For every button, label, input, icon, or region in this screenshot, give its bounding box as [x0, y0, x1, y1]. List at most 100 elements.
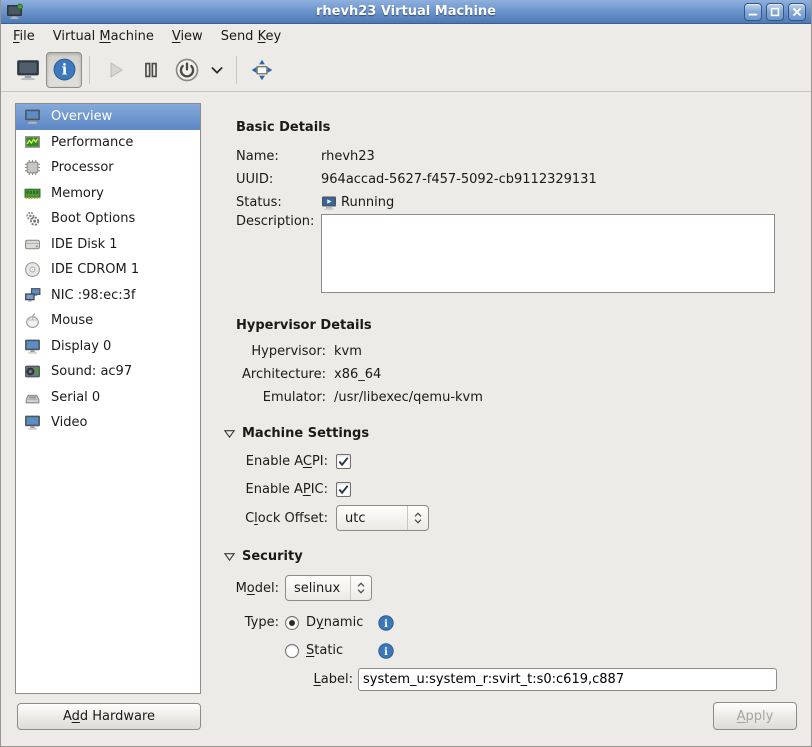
combo-arrows-icon: [350, 576, 371, 600]
menubar: File Virtual Machine View Send Key: [1, 24, 811, 48]
svg-text:i: i: [384, 647, 388, 658]
sidebar-item-performance[interactable]: Performance: [16, 130, 200, 156]
show-details-button[interactable]: i: [46, 52, 82, 88]
sidebar-item-label: Memory: [51, 186, 104, 201]
monitor-icon: [24, 108, 41, 125]
expander-open-icon: [223, 550, 236, 563]
sidebar-item-label: Serial 0: [51, 390, 100, 405]
toolbar-separator: [236, 56, 237, 84]
hypervisor-label: Hypervisor:: [223, 344, 326, 359]
virtual-machine-window: rhevh23 Virtual Machine File Virtual Mac…: [0, 0, 812, 747]
clock-offset-value: utc: [337, 511, 407, 526]
vm-monitor-icon: [6, 3, 24, 21]
hardware-list: Overview Performance Processor Memory Bo…: [15, 103, 201, 694]
security-model-select[interactable]: selinux: [285, 575, 372, 601]
sidebar-item-label: NIC :98:ec:3f: [51, 288, 135, 303]
sidebar-item-processor[interactable]: Processor: [16, 155, 200, 181]
name-row: Name: rhevh23: [223, 145, 801, 168]
monitor-icon: [24, 414, 41, 431]
static-radio[interactable]: [285, 644, 299, 658]
security-label-input[interactable]: [358, 668, 777, 691]
clock-offset-select[interactable]: utc: [336, 505, 429, 531]
sidebar-item-display-0[interactable]: Display 0: [16, 334, 200, 360]
sidebar-item-ide-disk-1[interactable]: IDE Disk 1: [16, 232, 200, 258]
enable-acpi-label: Enable ACPI:: [223, 454, 328, 469]
close-button[interactable]: [788, 3, 806, 21]
security-type-dynamic-row: Type: Dynamic i: [223, 613, 801, 632]
details-pane: Basic Details Name: rhevh23 UUID: 964acc…: [223, 100, 801, 691]
info-icon: i: [378, 615, 394, 631]
basic-details-heading: Basic Details: [236, 120, 801, 137]
combo-arrows-icon: [407, 506, 428, 530]
uuid-value: 964accad-5627-f457-5092-cb9112329131: [321, 172, 597, 187]
toolbar-separator: [89, 56, 90, 84]
show-console-button[interactable]: [10, 52, 46, 88]
enable-apic-checkbox[interactable]: [336, 482, 351, 497]
shutdown-menu-button[interactable]: [205, 52, 229, 88]
gears-icon: [24, 210, 41, 227]
sidebar-item-label: Performance: [51, 135, 133, 150]
sidebar-item-serial-0[interactable]: Serial 0: [16, 385, 200, 411]
menu-view[interactable]: View: [163, 26, 212, 47]
status-row: Status: Running: [223, 191, 801, 214]
sidebar-item-ide-cdrom-1[interactable]: IDE CDROM 1: [16, 257, 200, 283]
fullscreen-button[interactable]: [244, 52, 280, 88]
security-expander[interactable]: Security: [223, 548, 801, 565]
cpu-icon: [24, 159, 41, 176]
name-value: rhevh23: [321, 149, 375, 164]
sidebar-item-mouse[interactable]: Mouse: [16, 308, 200, 334]
run-button[interactable]: [97, 52, 133, 88]
enable-acpi-row: Enable ACPI:: [223, 450, 801, 473]
sidebar-item-overview[interactable]: Overview: [16, 104, 200, 130]
sidebar-item-label: Display 0: [51, 339, 111, 354]
maximize-icon: [769, 6, 781, 18]
menu-virtual-machine[interactable]: Virtual Machine: [44, 26, 163, 47]
sidebar-item-label: Sound: ac97: [51, 364, 132, 379]
emulator-value: /usr/libexec/qemu-kvm: [334, 390, 483, 405]
sidebar-item-video[interactable]: Video: [16, 410, 200, 436]
sidebar-item-boot-options[interactable]: Boot Options: [16, 206, 200, 232]
hypervisor-details-heading: Hypervisor Details: [236, 318, 801, 335]
sidebar-item-memory[interactable]: Memory: [16, 181, 200, 207]
chevron-down-icon: [209, 62, 225, 78]
machine-settings-expander[interactable]: Machine Settings: [223, 425, 801, 442]
enable-acpi-checkbox[interactable]: [336, 454, 351, 469]
security-label-row: Label:: [223, 668, 801, 691]
apply-button[interactable]: Apply: [713, 702, 797, 730]
sidebar-item-label: Boot Options: [51, 211, 135, 226]
sidebar-item-label: IDE CDROM 1: [51, 262, 139, 277]
fullscreen-icon: [249, 57, 275, 83]
architecture-label: Architecture:: [223, 367, 326, 382]
menu-file[interactable]: File: [4, 26, 44, 47]
add-hardware-button[interactable]: Add Hardware: [17, 703, 201, 730]
info-icon: i: [52, 57, 77, 82]
shutdown-button[interactable]: [169, 52, 205, 88]
dynamic-radio[interactable]: [285, 616, 299, 630]
minimize-button[interactable]: [744, 3, 762, 21]
performance-chart-icon: [24, 134, 41, 151]
window-title: rhevh23 Virtual Machine: [1, 4, 811, 19]
menu-send-key[interactable]: Send Key: [212, 26, 290, 47]
sidebar-item-sound[interactable]: Sound: ac97: [16, 359, 200, 385]
emulator-label: Emulator:: [223, 390, 326, 405]
security-label-label: Label:: [223, 672, 353, 687]
cdrom-icon: [24, 261, 41, 278]
checkmark-icon: [337, 455, 350, 468]
static-radio-label[interactable]: Static: [306, 643, 372, 658]
dynamic-radio-label[interactable]: Dynamic: [306, 615, 372, 630]
maximize-button[interactable]: [766, 3, 784, 21]
close-icon: [791, 6, 803, 18]
description-input[interactable]: [321, 214, 775, 293]
architecture-value: x86_64: [334, 367, 381, 382]
sidebar-item-nic[interactable]: NIC :98:ec:3f: [16, 283, 200, 309]
titlebar[interactable]: rhevh23 Virtual Machine: [1, 0, 811, 24]
pause-button[interactable]: [133, 52, 169, 88]
security-type-label: Type:: [223, 615, 279, 630]
disk-icon: [24, 236, 41, 253]
architecture-row: Architecture: x86_64: [223, 363, 801, 386]
svg-text:i: i: [384, 619, 388, 630]
description-label: Description:: [236, 214, 321, 229]
security-heading: Security: [242, 549, 303, 564]
enable-apic-row: Enable APIC:: [223, 478, 801, 501]
status-value: Running: [341, 195, 394, 210]
